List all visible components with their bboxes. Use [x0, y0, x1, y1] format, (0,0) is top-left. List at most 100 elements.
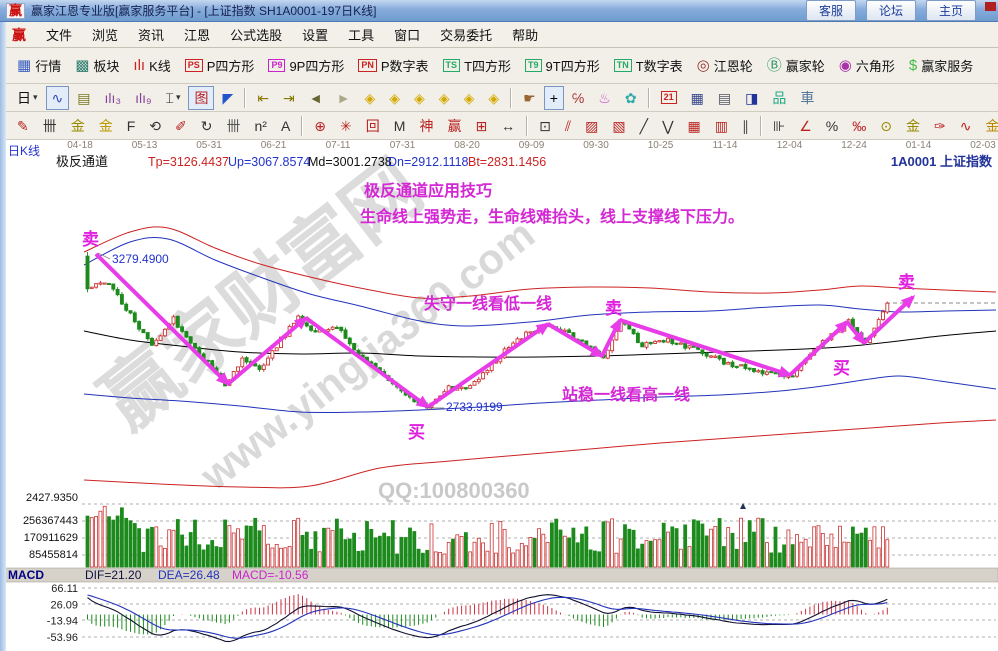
app-window: 赢 赢家江恩专业版[赢家服务平台] - [上证指数 SH1A0001-197日K… [0, 0, 998, 651]
hexagon-button[interactable]: ◉六角形 [833, 54, 901, 78]
service-button[interactable]: 客服 [806, 0, 856, 21]
wave-tool-icon[interactable]: ∿ [46, 86, 70, 110]
shen-tool-icon[interactable]: 神 [413, 114, 439, 138]
spiral-icon[interactable]: ⟲ [143, 114, 167, 138]
candle-style-icon[interactable]: ⌶▾ [160, 86, 187, 110]
menu-file[interactable]: 文件 [36, 22, 82, 47]
trend-line-icon[interactable]: ╱ [634, 114, 654, 138]
chart3-icon[interactable]: ılı₃ [99, 86, 128, 110]
gold-circle-icon[interactable]: ⊙ [874, 114, 898, 138]
calculator-icon[interactable]: ▦ [685, 86, 710, 110]
menu-news[interactable]: 资讯 [128, 22, 174, 47]
hand-tool-icon[interactable]: ☛ [517, 86, 542, 110]
menu-gann[interactable]: 江恩 [174, 22, 220, 47]
menu-formula-stockpick[interactable]: 公式选股 [220, 22, 292, 47]
winner-wheel-button[interactable]: Ⓑ赢家轮 [761, 54, 831, 78]
9p-square-button[interactable]: P99P四方形 [262, 54, 350, 78]
sectors-button[interactable]: ▩板块 [69, 54, 125, 78]
winner-service-button[interactable]: $赢家服务 [903, 54, 979, 78]
flower-tool-icon[interactable]: ✿ [619, 86, 643, 110]
ruler-lines-icon[interactable]: 卌 [221, 114, 247, 138]
square-spiral-icon[interactable]: 回 [360, 114, 386, 138]
starburst-icon[interactable]: ✳ [334, 114, 358, 138]
measure-tool-icon[interactable]: ℅ [566, 86, 590, 110]
quotes-button[interactable]: ▦行情 [11, 54, 67, 78]
report-doc-icon[interactable]: ▤ [71, 86, 96, 110]
menu-help[interactable]: 帮助 [502, 22, 548, 47]
t-table-button[interactable]: TNT数字表 [608, 54, 689, 78]
candle-pen-icon[interactable]: ✑ [928, 114, 952, 138]
gold-under-icon[interactable]: 金 [979, 114, 998, 138]
wave-mark-icon[interactable]: M [388, 114, 412, 138]
toolbar-separator [526, 116, 528, 136]
svg-text:3279.4900: 3279.4900 [112, 252, 169, 266]
network-icon-glyph: 品 [772, 91, 786, 105]
menu-window[interactable]: 窗口 [384, 22, 430, 47]
p-table-button[interactable]: PNP数字表 [352, 54, 434, 78]
ying-tool-icon[interactable]: 赢 [441, 114, 467, 138]
frame-icon[interactable]: ⊡ [533, 114, 557, 138]
zoom-hexpand-icon[interactable]: ◈ [408, 86, 431, 110]
vee-lines-icon-glyph: ⋁ [662, 119, 673, 133]
menu-trade[interactable]: 交易委托 [430, 22, 502, 47]
vehicle-icon[interactable]: 車 [794, 86, 820, 110]
home-button[interactable]: 主页 [926, 0, 976, 21]
number-grid-icon[interactable]: ⊞ [469, 114, 493, 138]
hrange-icon[interactable]: ↔ [495, 114, 521, 138]
menu-settings[interactable]: 设置 [292, 22, 338, 47]
p-square-button[interactable]: PSP四方形 [179, 54, 261, 78]
pct-line-icon[interactable]: ∠ [793, 114, 818, 138]
menu-tools[interactable]: 工具 [338, 22, 384, 47]
gold-levels-icon[interactable]: 金 [900, 114, 926, 138]
ray-box-icon[interactable]: ▧ [606, 114, 631, 138]
kline-button[interactable]: ılıK线 [127, 54, 176, 78]
cycle-tool-icon[interactable]: ↻ [195, 114, 219, 138]
gann-wheel-button[interactable]: ◎江恩轮 [691, 54, 759, 78]
stat-bars-icon[interactable]: ⊪ [767, 114, 791, 138]
nav-next-icon[interactable]: ► [331, 86, 357, 110]
rays-icon[interactable]: ⫽ [559, 114, 577, 138]
pattern-icon[interactable]: 图 [188, 86, 214, 110]
shade-box-icon[interactable]: ▨ [579, 114, 604, 138]
nav-first-icon[interactable]: ⇤ [251, 86, 275, 110]
period-day-selector[interactable]: 日▾ [11, 86, 44, 110]
svg-text:QQ:100800360: QQ:100800360 [378, 478, 530, 503]
marker-tool-icon[interactable]: ♨ [592, 86, 617, 110]
gann-fan-icon[interactable]: ⊕ [308, 114, 332, 138]
network-icon[interactable]: 品 [766, 86, 792, 110]
save-icon[interactable]: ◨ [739, 86, 764, 110]
nav-prev-icon[interactable]: ◄ [303, 86, 329, 110]
parallel-icon[interactable]: ∥ [736, 114, 755, 138]
brush-tool-icon[interactable]: ✐ [169, 114, 193, 138]
nav-last-icon[interactable]: ⇥ [277, 86, 301, 110]
zoom-fit-icon[interactable]: ◈ [482, 86, 505, 110]
n2-tool-icon[interactable]: n² [249, 114, 273, 138]
vee-lines-icon[interactable]: ⋁ [656, 114, 679, 138]
red-grid-icon[interactable]: ▦ [682, 114, 707, 138]
notes-icon[interactable]: ▤ [712, 86, 737, 110]
percent-icon[interactable]: % [820, 114, 844, 138]
zoom-left-icon[interactable]: ◈ [358, 86, 381, 110]
9t-square-button[interactable]: T99T四方形 [519, 54, 606, 78]
gold-ratio-icon[interactable]: 金 [65, 114, 91, 138]
fib-lines-icon[interactable]: F [121, 114, 142, 138]
zoom-hshrink-icon[interactable]: ◈ [433, 86, 456, 110]
permille-icon[interactable]: ‰ [846, 114, 872, 138]
menu-browse[interactable]: 浏览 [82, 22, 128, 47]
chart9-icon[interactable]: ılı₉ [129, 86, 157, 110]
crosshair-tool-icon[interactable]: + [544, 86, 564, 110]
angle-tool-icon[interactable]: A [275, 114, 296, 138]
zoom-right-icon[interactable]: ◈ [383, 86, 406, 110]
t-square-button[interactable]: TST四方形 [437, 54, 517, 78]
svg-text:站稳一线看高一线: 站稳一线看高一线 [562, 385, 690, 404]
color-flag-icon[interactable]: ◤ [216, 86, 239, 110]
pen-tool-icon[interactable]: ✎ [11, 114, 35, 138]
gann-lines-icon[interactable]: 卌 [37, 114, 63, 138]
main-chart[interactable]: 赢家财富网www.yingjia360.comQQ:10080036004-18… [0, 140, 998, 651]
gold-ratio2-icon[interactable]: 金 [93, 114, 119, 138]
wave2-icon[interactable]: ∿ [954, 114, 978, 138]
calendar-icon[interactable]: 21 [655, 86, 683, 110]
grid-bars-icon[interactable]: ▥ [709, 114, 734, 138]
forum-button[interactable]: 论坛 [866, 0, 916, 21]
zoom-expand-icon[interactable]: ◈ [458, 86, 481, 110]
